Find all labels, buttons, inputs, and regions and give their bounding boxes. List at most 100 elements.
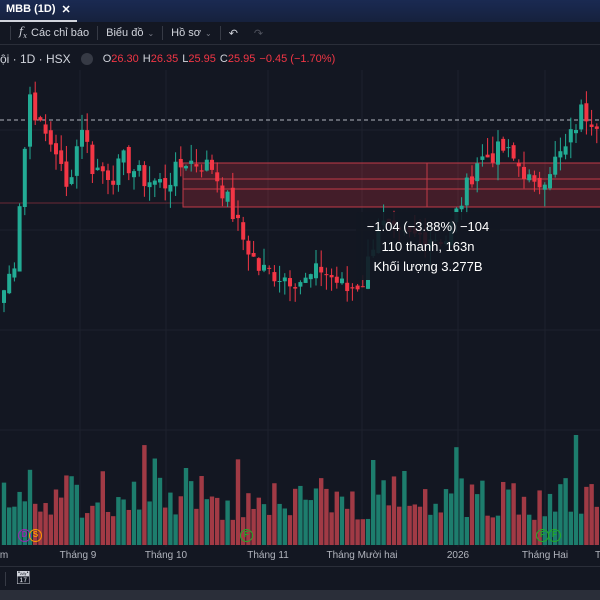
tooltip-change: −1.04 (−3.88%) −104 xyxy=(366,219,490,234)
volume-bar xyxy=(251,508,256,545)
volume-bar xyxy=(365,518,371,545)
time-label: Tháng Hai xyxy=(521,550,569,561)
volume-bar xyxy=(412,504,417,545)
function-icon: fx xyxy=(19,25,28,41)
volume-bar xyxy=(423,489,428,545)
volume-bar xyxy=(376,494,381,545)
candle-body xyxy=(345,282,350,292)
candle-body xyxy=(298,282,303,287)
measure-tooltip: −1.04 (−3.88%) −104 110 thanh, 163n Khối… xyxy=(356,212,500,280)
volume-bar xyxy=(183,468,189,545)
profile-label: Hồ sơ xyxy=(171,27,201,39)
candle-body xyxy=(48,130,53,145)
candle-body xyxy=(173,161,178,187)
candle-body xyxy=(511,145,516,159)
candle-body xyxy=(314,263,318,279)
volume-bar xyxy=(391,476,397,545)
candle-body xyxy=(33,92,38,121)
candle-body xyxy=(225,191,230,202)
volume-bar xyxy=(59,497,64,545)
volume-bar xyxy=(501,481,506,545)
candle-body xyxy=(121,150,126,163)
volume-bar xyxy=(209,496,215,545)
volume-bar xyxy=(485,515,490,545)
tab-bar: MBB (1D) ✕ xyxy=(0,0,600,22)
volume-bar xyxy=(407,505,412,545)
volume-bar xyxy=(308,500,313,545)
undo-button[interactable]: ↶ xyxy=(221,27,246,40)
candle-body xyxy=(496,141,500,165)
redo-icon: ↷ xyxy=(253,27,264,40)
volume-bar xyxy=(7,507,12,545)
volume-bar xyxy=(189,481,194,545)
candle-body xyxy=(282,277,287,282)
candle-body xyxy=(574,129,578,134)
candle-body xyxy=(350,287,355,289)
candle-body xyxy=(236,214,240,219)
low-value: 25.95 xyxy=(188,53,216,65)
redo-button[interactable]: ↷ xyxy=(246,27,271,40)
event-marker[interactable]: F xyxy=(548,529,561,542)
candle-body xyxy=(54,143,58,155)
candle-body xyxy=(303,277,308,283)
volume-bar xyxy=(126,509,131,545)
volume-bar xyxy=(277,503,282,545)
volume-bar xyxy=(594,506,599,545)
volume-bar xyxy=(287,515,293,545)
close-icon[interactable]: ✕ xyxy=(62,3,71,17)
indicators-label: Các chỉ báo xyxy=(31,27,90,39)
go-to-date-icon[interactable]: 📅︎ xyxy=(15,570,32,586)
volume-bar xyxy=(53,489,59,545)
tab-mbb[interactable]: MBB (1D) ✕ xyxy=(0,0,77,22)
chart-menu-button[interactable]: Biểu đồ ⌄ xyxy=(98,27,162,39)
candle-body xyxy=(506,147,511,149)
indicators-button[interactable]: fx Các chỉ báo xyxy=(11,25,97,40)
symbol-info: ội · 1D · HSX xyxy=(0,52,71,66)
volume-bar xyxy=(199,476,204,545)
volume-bar xyxy=(85,513,90,545)
volume-bar xyxy=(204,499,209,545)
candle-body xyxy=(293,287,298,289)
event-marker[interactable]: F xyxy=(240,529,253,542)
volume-bar xyxy=(449,493,454,545)
candle-body xyxy=(516,162,521,167)
chevron-down-icon: ⌄ xyxy=(204,28,212,38)
volume-bar xyxy=(116,497,121,545)
collapse-button[interactable] xyxy=(80,53,93,65)
candle-body xyxy=(116,158,121,185)
volume-bar xyxy=(589,484,594,545)
volume-bar xyxy=(48,514,53,545)
candle-body xyxy=(80,129,84,147)
candle-body xyxy=(563,146,568,155)
candle-body xyxy=(199,170,204,172)
candle-body xyxy=(152,180,157,185)
candle-body xyxy=(163,178,168,189)
volume-bar xyxy=(293,488,298,545)
candle-body xyxy=(95,167,100,171)
volume-bar xyxy=(215,497,220,545)
profile-menu-button[interactable]: Hồ sơ ⌄ xyxy=(163,27,220,39)
candle-body xyxy=(459,205,464,210)
candle-body xyxy=(355,285,360,290)
candle-body xyxy=(288,278,292,287)
time-label: T xyxy=(594,550,600,561)
candle-body xyxy=(537,177,542,188)
volume-bar xyxy=(381,480,386,545)
price-chart[interactable] xyxy=(0,70,600,547)
candle-body xyxy=(262,264,266,271)
volume-bar xyxy=(64,475,69,545)
candle-body xyxy=(589,124,594,127)
candle-body xyxy=(168,184,173,192)
time-axis[interactable]: m Tháng 9 Tháng 10 Tháng 11 Tháng Mười h… xyxy=(0,547,600,565)
volume-bar xyxy=(443,489,449,545)
candle-body xyxy=(308,274,313,280)
volume-bar xyxy=(121,499,126,545)
event-marker[interactable]: S xyxy=(29,529,42,542)
candle-body xyxy=(490,153,495,163)
candle-body xyxy=(256,258,261,271)
candle-body xyxy=(204,159,209,171)
volume-bar xyxy=(324,488,329,545)
undo-icon: ↶ xyxy=(228,27,238,40)
candle-body xyxy=(553,156,558,175)
candle-body xyxy=(69,177,74,184)
